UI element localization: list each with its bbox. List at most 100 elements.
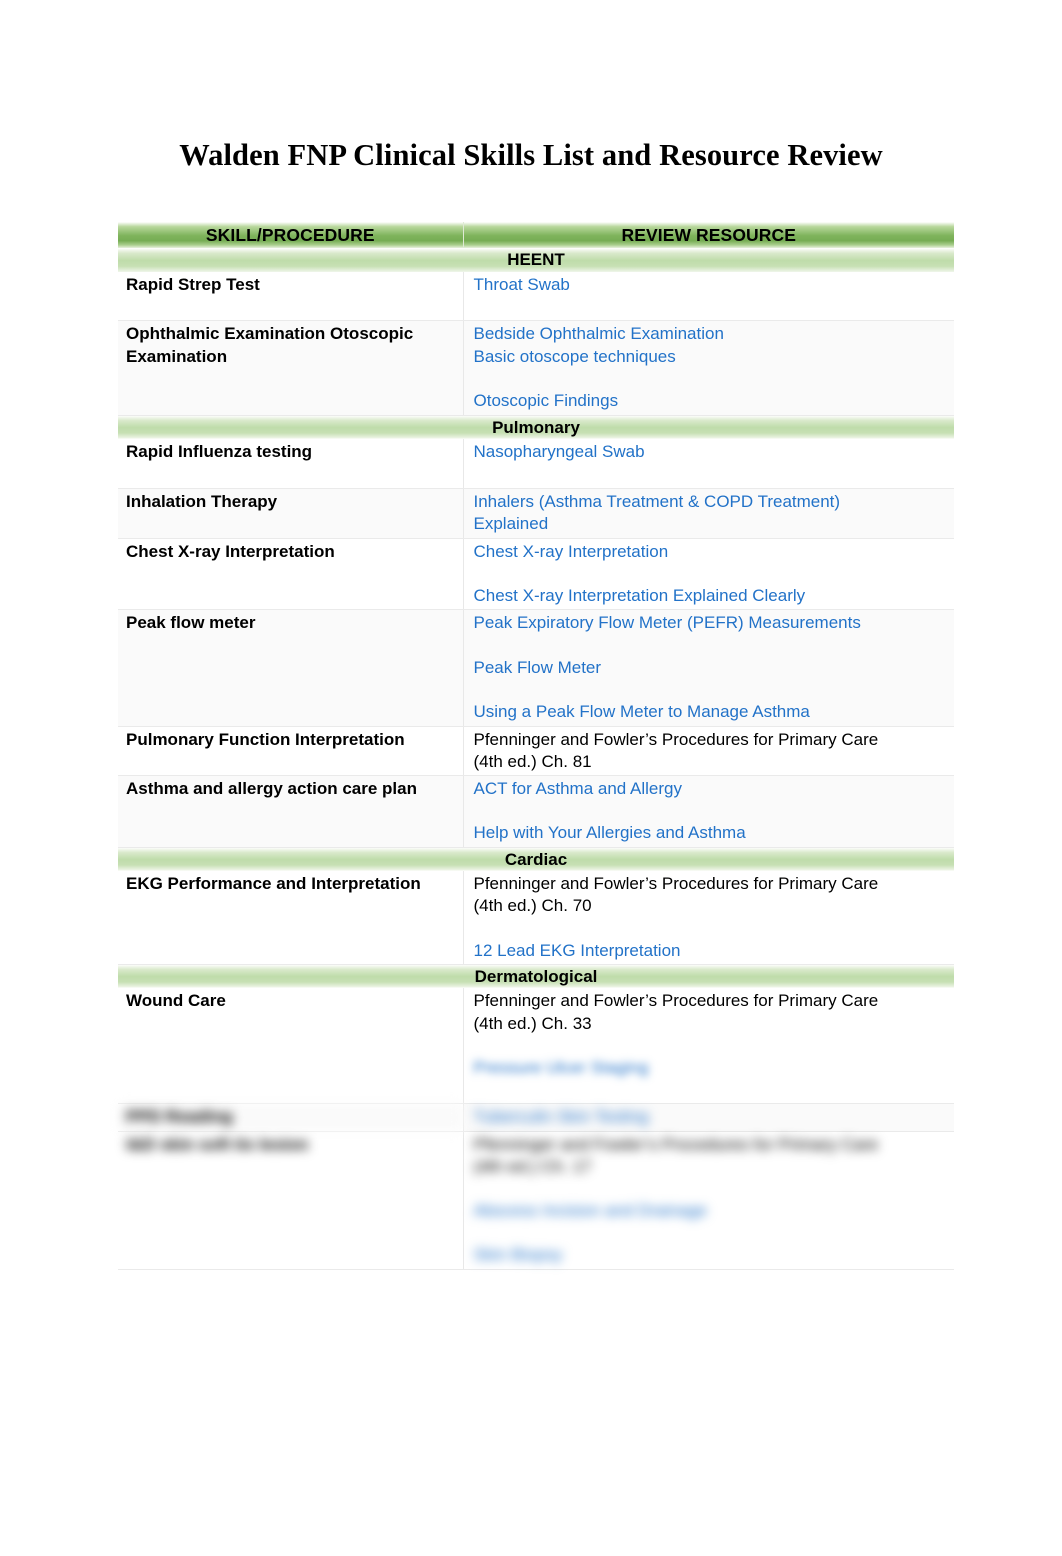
section-row-heent: HEENT [118,248,954,272]
skill-label: Inhalation Therapy [126,491,278,511]
skills-resource-table: SKILL/PROCEDURE REVIEW RESOURCE HEENT Ra… [118,222,954,1270]
resource-text: Pfenninger and Fowler’s Procedures for P… [473,729,879,749]
table-row: Chest X-ray Interpretation Chest X-ray I… [118,538,954,611]
resource-text: (4th ed.) Ch. 17 [473,1156,592,1176]
resource-link[interactable]: Basic otoscope techniques [474,346,951,368]
resource-cell: Pfenninger and Fowler’s Procedures for P… [463,726,954,776]
resource-link-continued[interactable]: Explained [474,513,951,535]
table-row: I&D skin soft tis lesion Pfenninger and … [118,1131,954,1270]
resource-link[interactable]: Using a Peak Flow Meter to Manage Asthma [474,701,951,723]
resource-link[interactable]: Chest X-ray Interpretation [474,541,951,563]
resource-link[interactable]: Peak Expiratory Flow Meter (PEFR) Measur… [474,612,951,634]
resource-link[interactable]: Chest X-ray Interpretation Explained Cle… [474,585,951,607]
resource-cell: Tuberculin Skin Testing [463,1103,954,1132]
skill-cell: PPD Reading [118,1103,464,1132]
resource-link[interactable]: Abscess Incision and Drainage [474,1200,951,1222]
skill-label: I&D skin soft tis lesion [126,1134,309,1154]
resource-text: Pfenninger and Fowler’s Procedures for P… [473,874,879,894]
section-row-dermatological: Dermatological [118,964,954,989]
skill-cell: I&D skin soft tis lesion [118,1131,464,1270]
resource-cell: Peak Expiratory Flow Meter (PEFR) Measur… [463,609,954,727]
skill-cell: Asthma and allergy action care plan [118,775,464,848]
resource-link[interactable]: Nasopharyngeal Swab [474,441,951,463]
resource-link[interactable]: Pressure Ulcer Staging [474,1057,951,1079]
skill-cell: Rapid Strep Test [118,272,464,322]
skill-label: PPD Reading [126,1107,233,1127]
skill-cell: Pulmonary Function Interpretation [118,726,464,776]
table-row: Peak flow meter Peak Expiratory Flow Met… [118,609,954,727]
table-row: Asthma and allergy action care plan ACT … [118,775,954,848]
resource-cell: ACT for Asthma and Allergy Help with You… [463,775,954,848]
skill-label: Rapid Strep Test [126,275,260,294]
resource-link[interactable]: ACT for Asthma and Allergy [474,778,951,800]
skill-cell: Ophthalmic Examination Otoscopic Examina… [118,320,464,416]
resource-link[interactable]: Tuberculin Skin Testing [474,1106,951,1128]
resource-cell: Throat Swab [463,272,954,322]
resource-text: Pfenninger and Fowler’s Procedures for P… [473,991,879,1011]
skill-label: Pulmonary Function Interpretation [126,729,405,749]
skill-cell: EKG Performance and Interpretation [118,871,464,965]
skill-cell: Wound Care [118,988,464,1105]
resource-cell: Bedside Ophthalmic Examination Basic oto… [463,320,954,416]
resource-link[interactable]: Skin Biopsy [474,1244,951,1266]
skill-label: Rapid Influenza testing [126,442,313,462]
table-row: PPD Reading Tuberculin Skin Testing [118,1103,954,1132]
resource-link[interactable]: Otoscopic Findings [474,390,951,412]
table-row: Pulmonary Function Interpretation Pfenni… [118,726,954,776]
skill-label: Ophthalmic Examination [126,324,326,344]
section-label-cardiac: Cardiac [118,847,954,872]
skill-label: Interpretation [311,874,421,894]
table-row: Ophthalmic Examination Otoscopic Examina… [118,320,954,416]
table-row: Rapid Strep Test Throat Swab [118,272,954,322]
resource-link[interactable]: Bedside Ophthalmic Examination [474,323,951,345]
resource-link[interactable]: 12 Lead EKG Interpretation [474,940,951,962]
table-row: EKG Performance and Interpretation Pfenn… [118,871,954,965]
resource-text: (4th ed.) Ch. 70 [473,896,592,916]
column-header-resource: REVIEW RESOURCE [463,222,954,248]
table-header-row: SKILL/PROCEDURE REVIEW RESOURCE [118,222,954,248]
resource-cell: Pfenninger and Fowler’s Procedures for P… [463,1131,954,1270]
resource-cell: Pfenninger and Fowler’s Procedures for P… [463,871,954,965]
skill-label: Wound Care [126,991,226,1011]
table-row: Rapid Influenza testing Nasopharyngeal S… [118,439,954,489]
resource-text: Pfenninger and Fowler’s Procedures for P… [473,1134,879,1154]
table-row: Wound Care Pfenninger and Fowler’s Proce… [118,988,954,1105]
column-header-skill: SKILL/PROCEDURE [118,222,464,248]
resource-cell: Chest X-ray Interpretation Chest X-ray I… [463,538,954,611]
resource-text: (4th ed.) Ch. 81 [473,751,592,771]
resource-text: (4th ed.) Ch. 33 [473,1013,592,1033]
section-row-pulmonary: Pulmonary [118,415,954,440]
clinical-skills-table: SKILL/PROCEDURE REVIEW RESOURCE HEENT Ra… [118,222,954,1270]
resource-link[interactable]: Peak Flow Meter [474,657,951,679]
resource-cell: Nasopharyngeal Swab [463,439,954,489]
skill-cell: Inhalation Therapy [118,488,464,539]
skill-label: Asthma and allergy action care plan [126,778,417,798]
skill-label: Peak flow meter [126,613,256,633]
section-label-dermatological: Dermatological [118,964,954,989]
resource-link[interactable]: Throat Swab [474,274,951,296]
skill-cell: Rapid Influenza testing [118,439,464,489]
resource-link[interactable]: Help with Your Allergies and Asthma [474,822,951,844]
resource-cell: Pfenninger and Fowler’s Procedures for P… [463,988,954,1105]
section-label-heent: HEENT [118,248,954,272]
skill-cell: Chest X-ray Interpretation [118,538,464,611]
resource-link[interactable]: Inhalers (Asthma Treatment & COPD Treatm… [474,491,951,513]
skill-label: EKG Performance and [126,874,307,894]
resource-cell: Inhalers (Asthma Treatment & COPD Treatm… [463,488,954,539]
skill-cell: Peak flow meter [118,609,464,727]
skill-label: Chest X-ray Interpretation [126,541,335,561]
page-title: Walden FNP Clinical Skills List and Reso… [179,138,883,173]
table-row: Inhalation Therapy Inhalers (Asthma Trea… [118,488,954,539]
section-row-cardiac: Cardiac [118,847,954,872]
